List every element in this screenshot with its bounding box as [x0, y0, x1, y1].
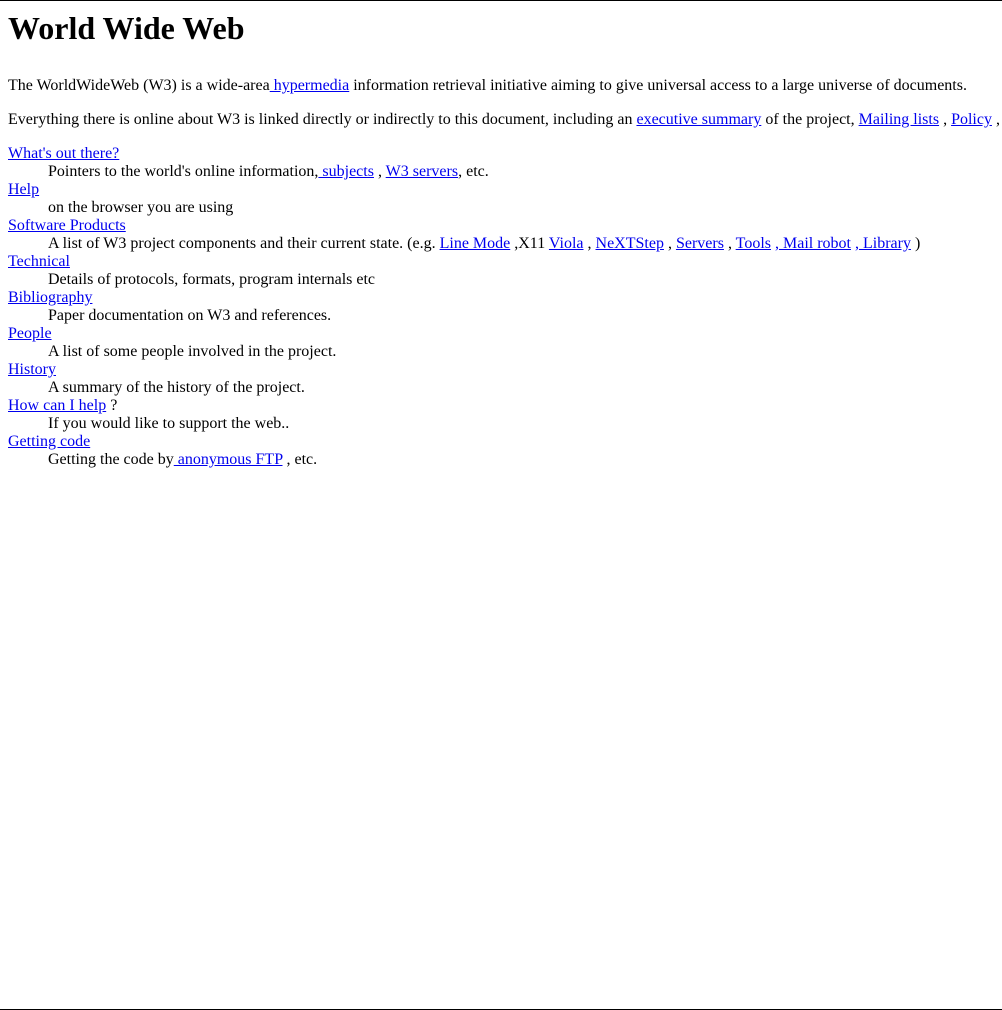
software-products-link[interactable]: Software Products	[8, 217, 126, 234]
topic-list: What's out there? Pointers to the world'…	[8, 145, 1002, 469]
description-text: )	[910, 235, 921, 252]
description-text: , etc.	[282, 451, 318, 468]
overview-text: ,	[991, 111, 1000, 128]
overview-text: Everything there is online about W3 is l…	[8, 111, 637, 128]
description-text: ,X11	[510, 235, 549, 252]
how-can-i-help-link[interactable]: How can I help	[8, 397, 106, 414]
viola-link[interactable]: Viola	[549, 235, 584, 252]
intro-text: information retrieval initiative aiming …	[349, 77, 967, 94]
topic-term: Help	[8, 181, 1002, 199]
intro-text: The WorldWideWeb (W3) is a wide-area	[8, 77, 270, 94]
question-mark-text: ?	[106, 397, 118, 414]
tools-link[interactable]: Tools	[736, 235, 771, 252]
w3-servers-link[interactable]: W3 servers	[386, 163, 458, 180]
topic-description: If you would like to support the web..	[48, 415, 290, 432]
topic-term: What's out there?	[8, 145, 1002, 163]
topic-term: Getting code	[8, 433, 1002, 451]
intro-paragraph: The WorldWideWeb (W3) is a wide-area hyp…	[8, 77, 1002, 95]
topic-description: A list of W3 project components and thei…	[48, 235, 1002, 253]
help-link[interactable]: Help	[8, 181, 39, 198]
technical-link[interactable]: Technical	[8, 253, 70, 270]
overview-paragraph: Everything there is online about W3 is l…	[8, 111, 1002, 129]
description-text: A list of W3 project components and thei…	[48, 235, 440, 252]
whats-out-there-link[interactable]: What's out there?	[8, 145, 119, 162]
description-text: , etc.	[458, 163, 489, 180]
description-text: ,	[663, 235, 676, 252]
overview-text: ,	[939, 111, 952, 128]
bibliography-link[interactable]: Bibliography	[8, 289, 92, 306]
people-link[interactable]: People	[8, 325, 52, 342]
library-link[interactable]: , Library	[855, 235, 911, 252]
getting-code-link[interactable]: Getting code	[8, 433, 90, 450]
description-text: ,	[583, 235, 596, 252]
topic-term: Technical	[8, 253, 1002, 271]
topic-term: People	[8, 325, 1002, 343]
page-title: World Wide Web	[8, 10, 245, 46]
topic-description: Paper documentation on W3 and references…	[48, 307, 332, 324]
subjects-link[interactable]: subjects	[318, 163, 374, 180]
document-body: World Wide Web The WorldWideWeb (W3) is …	[8, 1, 1002, 469]
nextstep-link[interactable]: NeXTStep	[596, 235, 664, 252]
topic-description: Pointers to the world's online informati…	[48, 163, 1002, 181]
topic-term: Software Products	[8, 217, 1002, 235]
description-text: Getting the code by	[48, 451, 174, 468]
description-text: ,	[373, 163, 386, 180]
topic-description: Details of protocols, formats, program i…	[48, 271, 376, 288]
description-text: ,	[723, 235, 736, 252]
topic-description: Getting the code by anonymous FTP , etc.	[48, 451, 1002, 469]
policy-link[interactable]: Policy	[951, 111, 992, 128]
topic-term: Bibliography	[8, 289, 1002, 307]
topic-description: A summary of the history of the project.	[48, 379, 305, 396]
overview-text: of the project,	[761, 111, 859, 128]
anonymous-ftp-link[interactable]: anonymous FTP	[174, 451, 283, 468]
topic-description: on the browser you are using	[48, 199, 234, 216]
topic-term: History	[8, 361, 1002, 379]
hypermedia-link[interactable]: hypermedia	[270, 77, 350, 94]
executive-summary-link[interactable]: executive summary	[636, 111, 761, 128]
mailing-lists-link[interactable]: Mailing lists	[859, 111, 939, 128]
mail-robot-link[interactable]: , Mail robot	[775, 235, 851, 252]
description-text: Pointers to the world's online informati…	[48, 163, 319, 180]
topic-term: How can I help ?	[8, 397, 1002, 415]
servers-link[interactable]: Servers	[676, 235, 724, 252]
topic-description: A list of some people involved in the pr…	[48, 343, 337, 360]
history-link[interactable]: History	[8, 361, 56, 378]
line-mode-link[interactable]: Line Mode	[440, 235, 511, 252]
